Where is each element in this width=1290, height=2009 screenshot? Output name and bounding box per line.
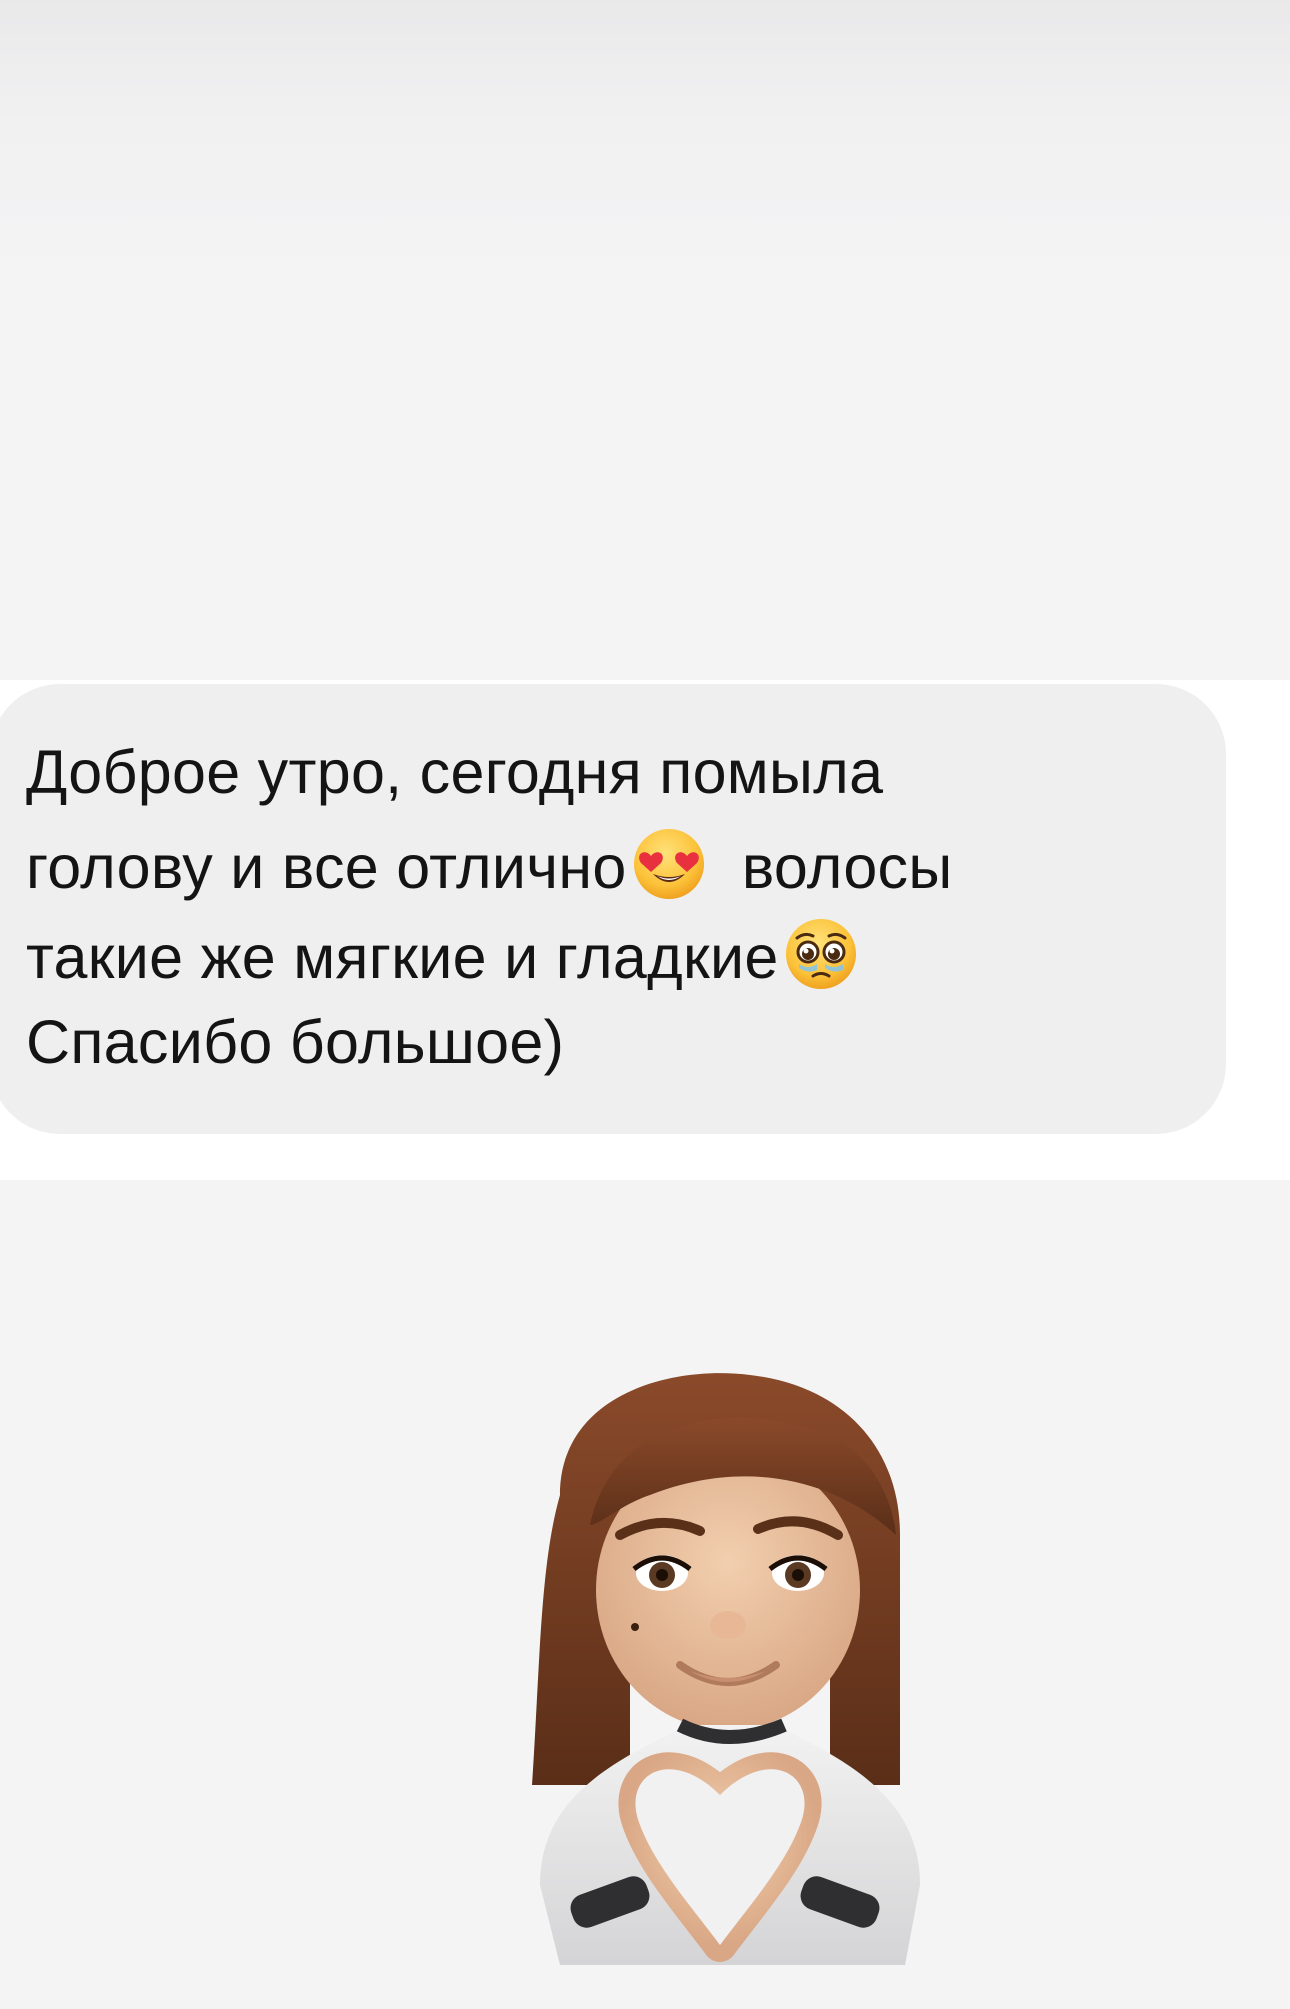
screen: Доброе утро, сегодня помыла голову и все… [0,0,1290,2009]
empty-chat-area [0,0,1290,680]
message-text: такие же мягкие и гладкие [26,923,779,991]
message-line-1: Доброе утро, сегодня помыла [26,736,883,808]
message-line-4: Спасибо большое) [26,1006,564,1078]
pleading-face-icon [783,916,859,1007]
message-line-3: такие же мягкие и гладкие [26,916,863,1007]
message-text: голову и все отлично [26,833,627,901]
message-text: Спасибо большое) [26,1008,565,1076]
smiling-face-with-heart-eyes-icon [631,826,707,917]
message-bubble[interactable]: Доброе утро, сегодня помыла голову и все… [0,684,1226,1134]
message-text: волосы [741,833,953,901]
memoji-sticker[interactable] [500,1365,960,1965]
message-line-2: голову и все отлично волосы [26,826,952,917]
message-text: Доброе утро, сегодня помыла [26,738,884,806]
